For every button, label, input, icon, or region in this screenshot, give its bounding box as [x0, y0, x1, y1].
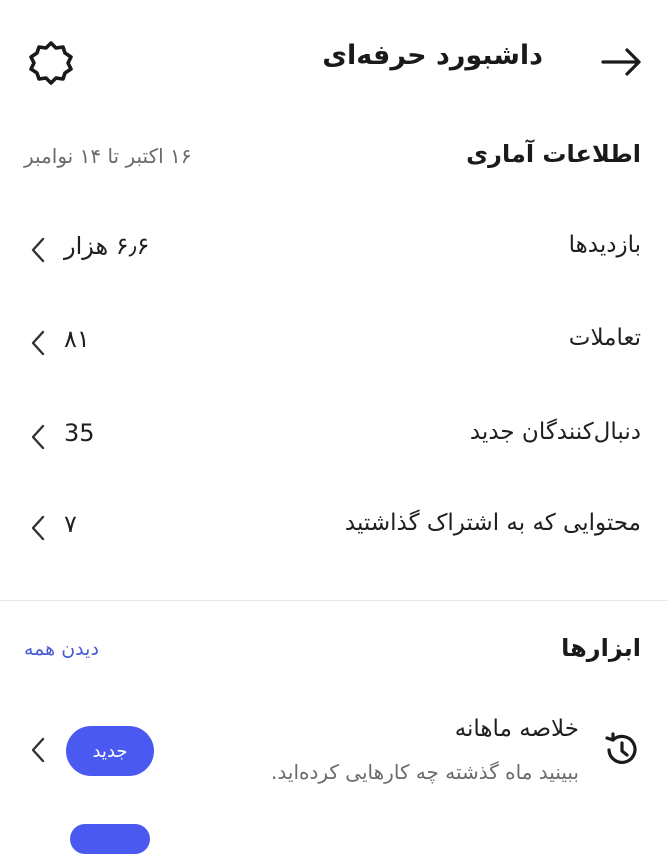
stats-title: اطلاعات آماری	[466, 140, 641, 168]
chevron-left-icon	[31, 237, 45, 263]
stat-value: 35	[64, 419, 95, 447]
stat-value: ۶٫۶ هزار	[64, 232, 150, 260]
see-all-link[interactable]: دیدن همه	[24, 638, 99, 660]
stat-label: محتوایی که به اشتراک گذاشتید	[344, 510, 641, 536]
page-title: داشبورد حرفه‌ای	[322, 40, 543, 71]
stat-label: بازدیدها	[568, 232, 641, 258]
stat-row-views[interactable]: بازدیدها ۶٫۶ هزار	[0, 220, 667, 280]
tools-section-header: ابزارها دیدن همه	[0, 634, 667, 674]
stat-value: ۷	[64, 510, 77, 538]
stat-row-shared-content[interactable]: محتوایی که به اشتراک گذاشتید ۷	[0, 498, 667, 558]
chevron-left-icon	[31, 515, 45, 541]
stats-date-range: ۱۶ اکتبر تا ۱۴ نوامبر	[24, 144, 192, 168]
tool-title: خلاصه ماهانه	[454, 716, 579, 742]
next-item-badge	[70, 824, 150, 854]
arrow-right-icon	[601, 48, 641, 76]
tools-title: ابزارها	[561, 634, 641, 662]
back-button[interactable]	[597, 38, 645, 86]
app-header: داشبورد حرفه‌ای	[0, 0, 667, 120]
chevron-left-icon	[31, 737, 45, 763]
stat-label: تعاملات	[568, 325, 641, 351]
stat-row-engagements[interactable]: تعاملات ۸۱	[0, 313, 667, 373]
new-badge: جدید	[66, 726, 154, 776]
tool-item-monthly-summary[interactable]: خلاصه ماهانه ببینید ماه گذشته چه کارهایی…	[0, 704, 667, 794]
chevron-left-icon	[31, 424, 45, 450]
stat-label: دنبال‌کنندگان جدید	[469, 419, 641, 445]
stat-value: ۸۱	[64, 325, 90, 353]
history-icon	[605, 732, 637, 764]
settings-button[interactable]	[26, 38, 76, 88]
section-divider	[0, 600, 667, 601]
stats-section-header: اطلاعات آماری ۱۶ اکتبر تا ۱۴ نوامبر	[0, 140, 667, 180]
tool-description: ببینید ماه گذشته چه کارهایی کرده‌اید.	[271, 760, 579, 784]
gear-icon	[29, 41, 73, 85]
stat-row-new-followers[interactable]: دنبال‌کنندگان جدید 35	[0, 407, 667, 467]
chevron-left-icon	[31, 330, 45, 356]
